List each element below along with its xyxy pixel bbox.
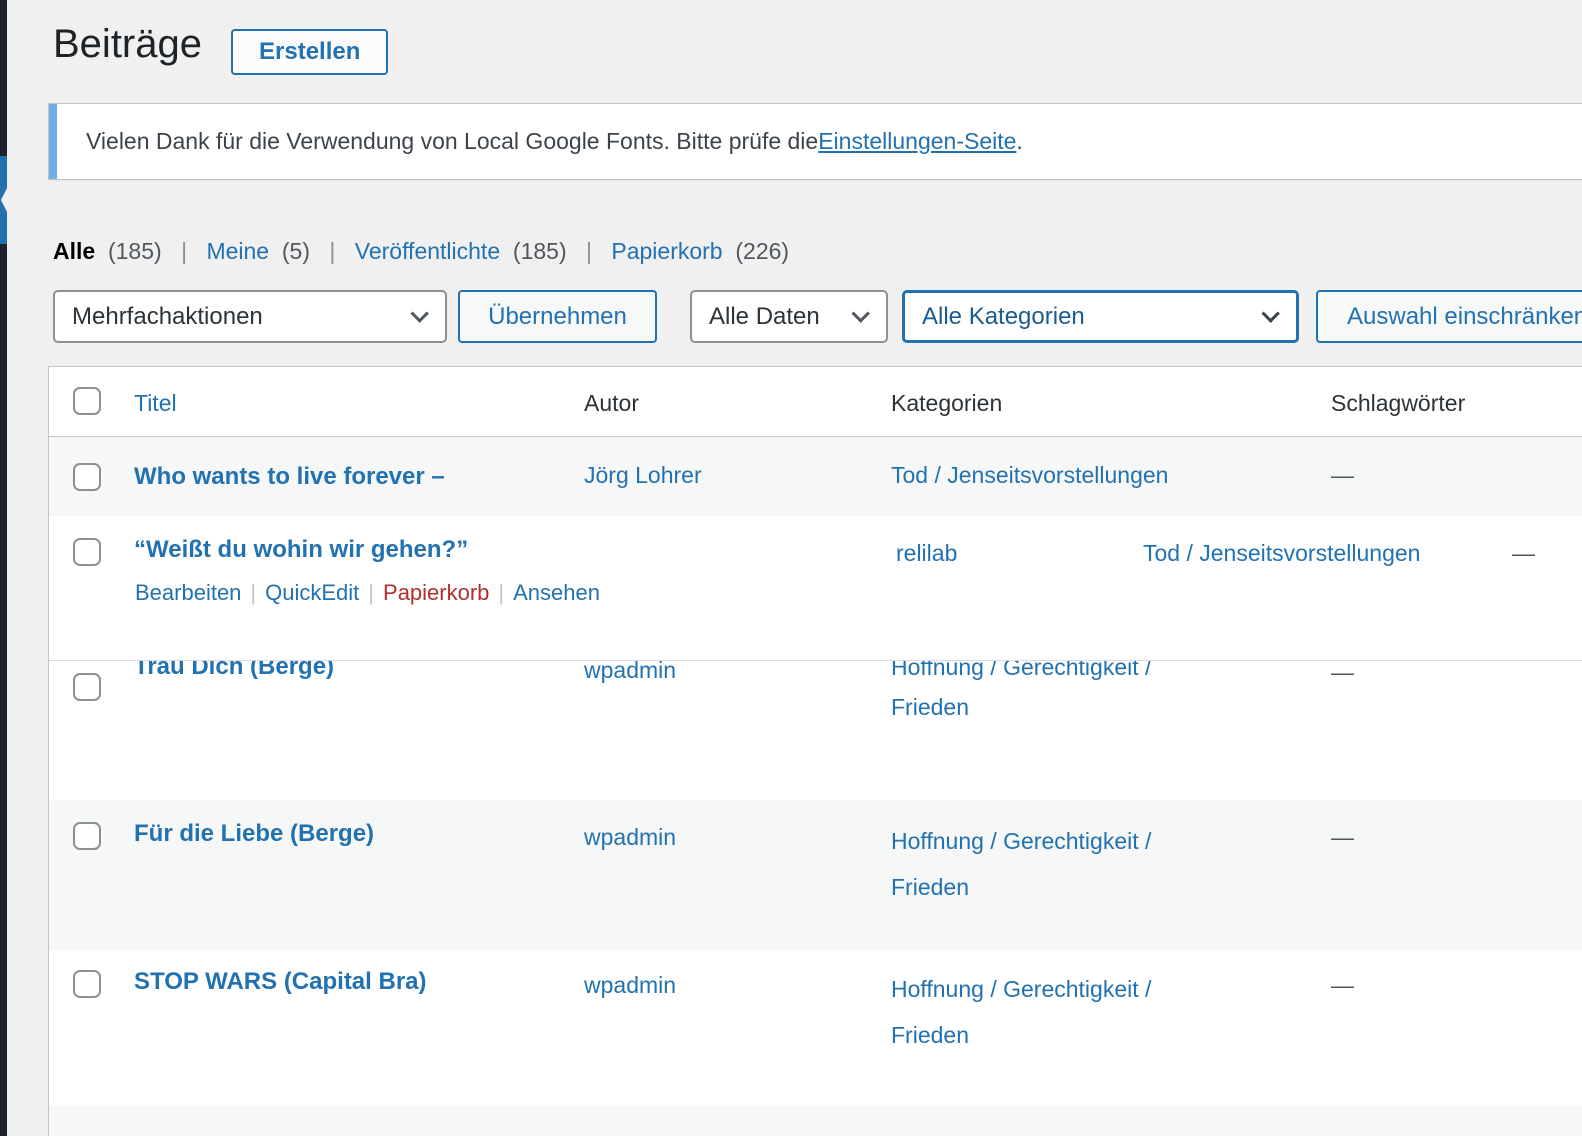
filter-mine[interactable]: Meine (206, 238, 269, 264)
date-filter-select[interactable]: Alle Daten (690, 290, 888, 343)
chevron-down-icon (1261, 304, 1279, 322)
row-checkbox[interactable] (73, 463, 101, 491)
author-link[interactable]: relilab (896, 540, 957, 567)
row-checkbox[interactable] (73, 673, 101, 701)
table-row: Who wants to live forever – Q Jörg Lohre… (49, 437, 1582, 516)
row-checkbox[interactable] (73, 970, 101, 998)
author-link[interactable]: Jörg Lohrer (584, 462, 702, 489)
category-filter-select[interactable]: Alle Kategorien (902, 290, 1299, 343)
notice-text-before: Vielen Dank für die Verwendung von Local… (86, 128, 818, 155)
notice-banner: Vielen Dank für die Verwendung von Local… (48, 103, 1582, 180)
post-title-link[interactable]: STOP WARS (Capital Bra) (134, 968, 427, 995)
tags-empty: — (1331, 972, 1354, 999)
bulk-actions-select[interactable]: Mehrfachaktionen (53, 290, 447, 343)
date-filter-value: Alle Daten (709, 303, 820, 331)
filter-separator: | (586, 238, 592, 264)
filter-all[interactable]: Alle (53, 238, 95, 264)
categories-link[interactable]: Hoffnung / Gerechtigkeit / Frieden (891, 818, 1211, 910)
column-header-tags: Schlagwörter (1331, 390, 1465, 417)
categories-link[interactable]: Hoffnung / Gerechtigkeit / Frieden (891, 660, 1211, 727)
filter-separator: | (329, 238, 335, 264)
author-link[interactable]: wpadmin (584, 824, 676, 851)
filter-published[interactable]: Veröffentlichte (355, 238, 500, 264)
settings-page-link[interactable]: Einstellungen-Seite (818, 128, 1016, 155)
categories-link[interactable]: Hoffnung / Gerechtigkeit / Frieden (891, 966, 1211, 1058)
tags-empty: — (1331, 660, 1354, 686)
post-title-link[interactable]: Für die Liebe (Berge) (134, 820, 374, 847)
create-post-button[interactable]: Erstellen (231, 29, 388, 75)
chevron-down-icon (851, 304, 869, 322)
notice-text: Vielen Dank für die Verwendung von Local… (86, 104, 1023, 179)
table-row: STOP WARS (Capital Bra) wpadmin Hoffnung… (49, 950, 1582, 1105)
post-title-link[interactable]: “Weißt du wohin wir gehen?” (134, 536, 468, 563)
tags-empty: — (1331, 462, 1354, 489)
chevron-down-icon (410, 304, 428, 322)
edit-action-link[interactable]: Bearbeiten (135, 580, 241, 605)
admin-menu-strip (0, 0, 7, 1136)
trash-action-link[interactable]: Papierkorb (383, 580, 489, 605)
author-link[interactable]: wpadmin (584, 972, 676, 999)
categories-link[interactable]: Tod / Jenseitsvorstellungen (891, 462, 1168, 489)
column-header-author: Autor (584, 390, 639, 417)
bulk-actions-value: Mehrfachaktionen (72, 303, 263, 331)
quick-edit-action-link[interactable]: QuickEdit (265, 580, 359, 605)
column-header-categories: Kategorien (891, 390, 1002, 417)
notice-text-after: . (1016, 128, 1022, 155)
table-row: Trau Dich (Berge) wpadmin Hoffnung / Ger… (49, 660, 1582, 800)
table-header-row: Titel Autor Kategorien Schlagwörter (49, 367, 1582, 437)
filter-separator: | (181, 238, 187, 264)
row-checkbox[interactable] (73, 538, 101, 566)
posts-table: Titel Autor Kategorien Schlagwörter Who … (48, 366, 1582, 1136)
limit-selection-button[interactable]: Auswahl einschränken (1316, 290, 1582, 343)
notice-accent-bar (49, 104, 57, 179)
apply-button[interactable]: Übernehmen (458, 290, 657, 343)
filter-trash[interactable]: Papierkorb (611, 238, 722, 264)
tags-empty: — (1331, 824, 1354, 851)
select-all-checkbox[interactable] (73, 387, 101, 415)
column-header-title[interactable]: Titel (134, 390, 177, 417)
post-title-link[interactable]: Who wants to live forever – Q (134, 463, 445, 516)
admin-menu-current-item[interactable] (0, 156, 7, 244)
table-row: Für die Liebe (Berge) wpadmin Hoffnung /… (49, 800, 1582, 950)
category-filter-value: Alle Kategorien (922, 303, 1085, 331)
next-row-stripe (49, 1106, 1582, 1136)
table-toolbar: Mehrfachaktionen Übernehmen Alle Daten A… (0, 290, 1582, 343)
row-actions: Bearbeiten|QuickEdit|Papierkorb|Ansehen (135, 580, 600, 606)
page-title: Beiträge (53, 22, 202, 67)
tags-empty: — (1512, 540, 1535, 567)
row-checkbox[interactable] (73, 822, 101, 850)
status-filter-list: Alle (185) | Meine (5) | Veröffentlichte… (53, 238, 789, 265)
view-action-link[interactable]: Ansehen (513, 580, 600, 605)
table-row: “Weißt du wohin wir gehen?” relilab Tod … (49, 516, 1582, 660)
post-title-link[interactable]: Trau Dich (Berge) (134, 660, 334, 680)
categories-link[interactable]: Tod / Jenseitsvorstellungen (1143, 540, 1420, 567)
author-link[interactable]: wpadmin (584, 660, 676, 690)
current-item-arrow-icon (1, 174, 14, 226)
